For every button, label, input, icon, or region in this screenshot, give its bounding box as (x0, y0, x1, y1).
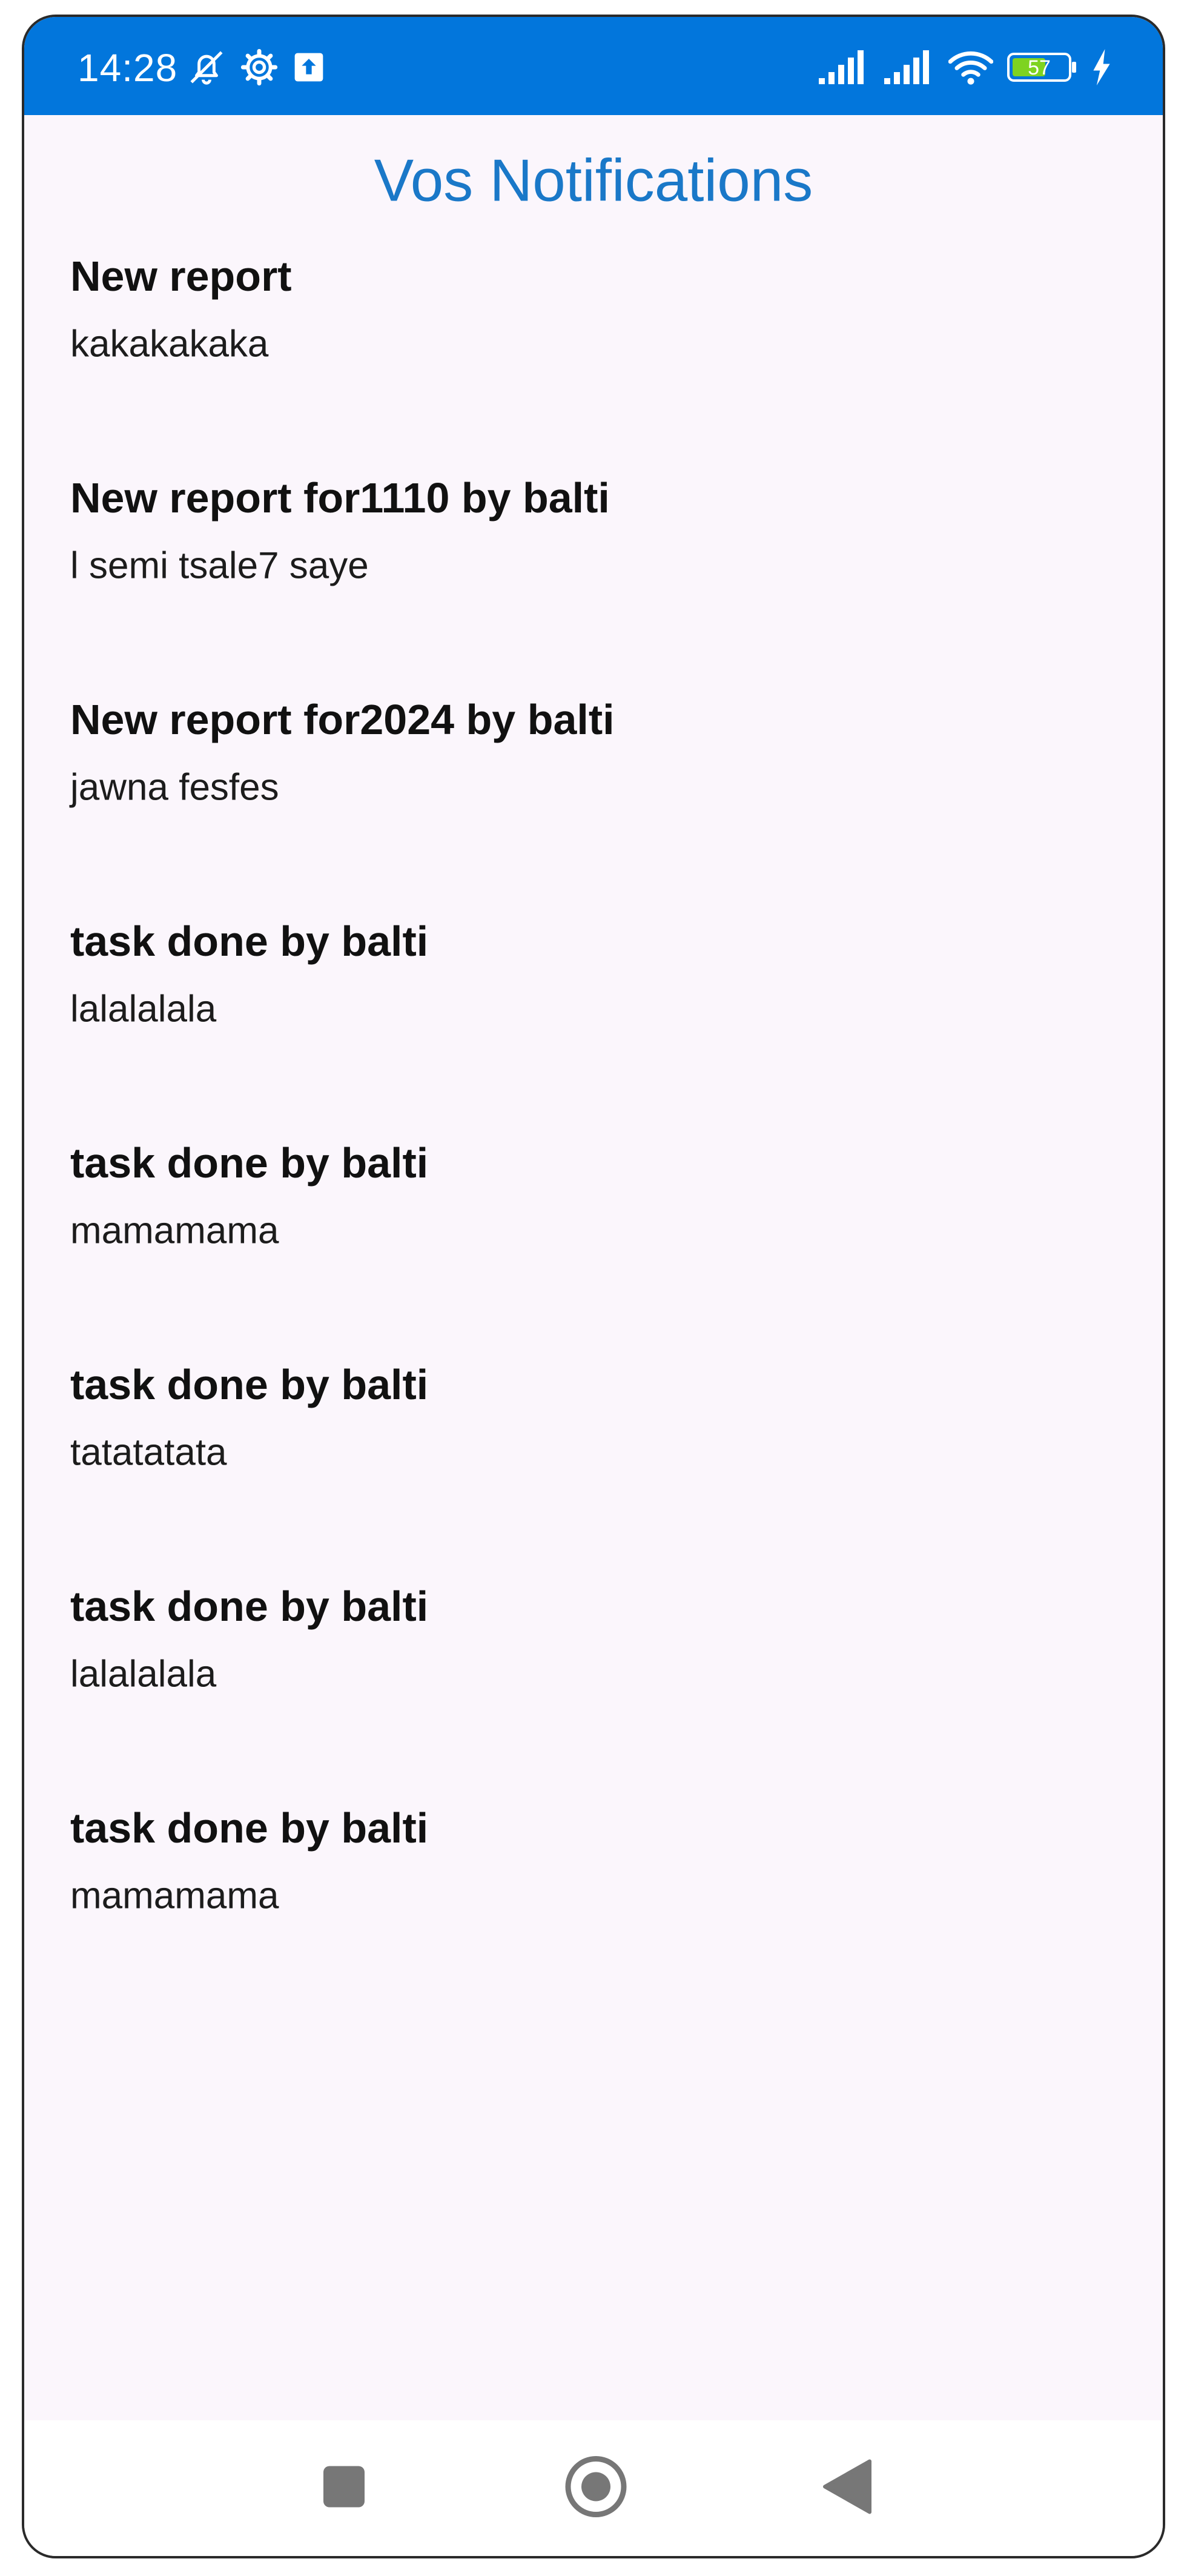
page-title: Vos Notifications (374, 147, 813, 214)
list-item[interactable]: task done by balti tatatatata (70, 1360, 1117, 1582)
battery-icon: 57 (1007, 50, 1078, 87)
notification-body: l semi tsale7 saye (70, 545, 369, 587)
notification-title: New report (70, 253, 292, 300)
settings-icon (240, 48, 279, 90)
navigation-bar (24, 2420, 1163, 2556)
notification-body: tatatatata (70, 1431, 227, 1474)
upload-icon (292, 50, 326, 87)
notification-title: New report for2024 by balti (70, 696, 615, 743)
notification-title: task done by balti (70, 1804, 429, 1852)
notification-body: mamamama (70, 1875, 279, 1917)
list-item[interactable]: New report for2024 by balti jawna fesfes (70, 695, 1117, 917)
notification-body: jawna fesfes (70, 766, 279, 809)
list-item[interactable]: task done by balti mamamama (70, 1139, 1117, 1360)
status-left-icons (187, 47, 326, 90)
list-item[interactable]: task done by balti lalalalala (70, 1582, 1117, 1804)
list-item[interactable]: New report for1110 by balti l semi tsale… (70, 474, 1117, 695)
notification-title: task done by balti (70, 1361, 429, 1408)
wifi-icon (948, 48, 994, 89)
status-right-icons: 57 (818, 47, 1112, 90)
status-time: 14:28 (78, 46, 178, 90)
status-bar: 14:28 57 (24, 17, 1163, 115)
notification-list: New report kakakakaka New report for1110… (70, 252, 1117, 2025)
list-item[interactable]: task done by balti lalalalala (70, 917, 1117, 1139)
battery-level: 57 (1028, 56, 1051, 79)
notification-body: kakakakaka (70, 323, 269, 365)
back-icon[interactable] (821, 2459, 872, 2518)
list-item[interactable]: New report kakakakaka (70, 252, 1117, 474)
notification-body: mamamama (70, 1210, 279, 1252)
recent-apps-icon[interactable] (322, 2465, 366, 2512)
home-icon[interactable] (564, 2455, 628, 2522)
bell-off-icon (187, 47, 226, 90)
phone-frame: 14:28 57 Vos Notifications New report ka… (22, 15, 1165, 2558)
notification-body: lalalalala (70, 1653, 217, 1695)
notification-title: task done by balti (70, 918, 429, 965)
notification-title: New report for1110 by balti (70, 474, 610, 521)
list-item[interactable]: task done by balti mamamama (70, 1804, 1117, 2025)
charging-icon (1091, 48, 1112, 88)
notification-title: task done by balti (70, 1583, 429, 1630)
notification-title: task done by balti (70, 1139, 429, 1187)
signal-icon (818, 49, 870, 88)
signal-icon (883, 49, 935, 88)
notification-body: lalalalala (70, 988, 217, 1030)
